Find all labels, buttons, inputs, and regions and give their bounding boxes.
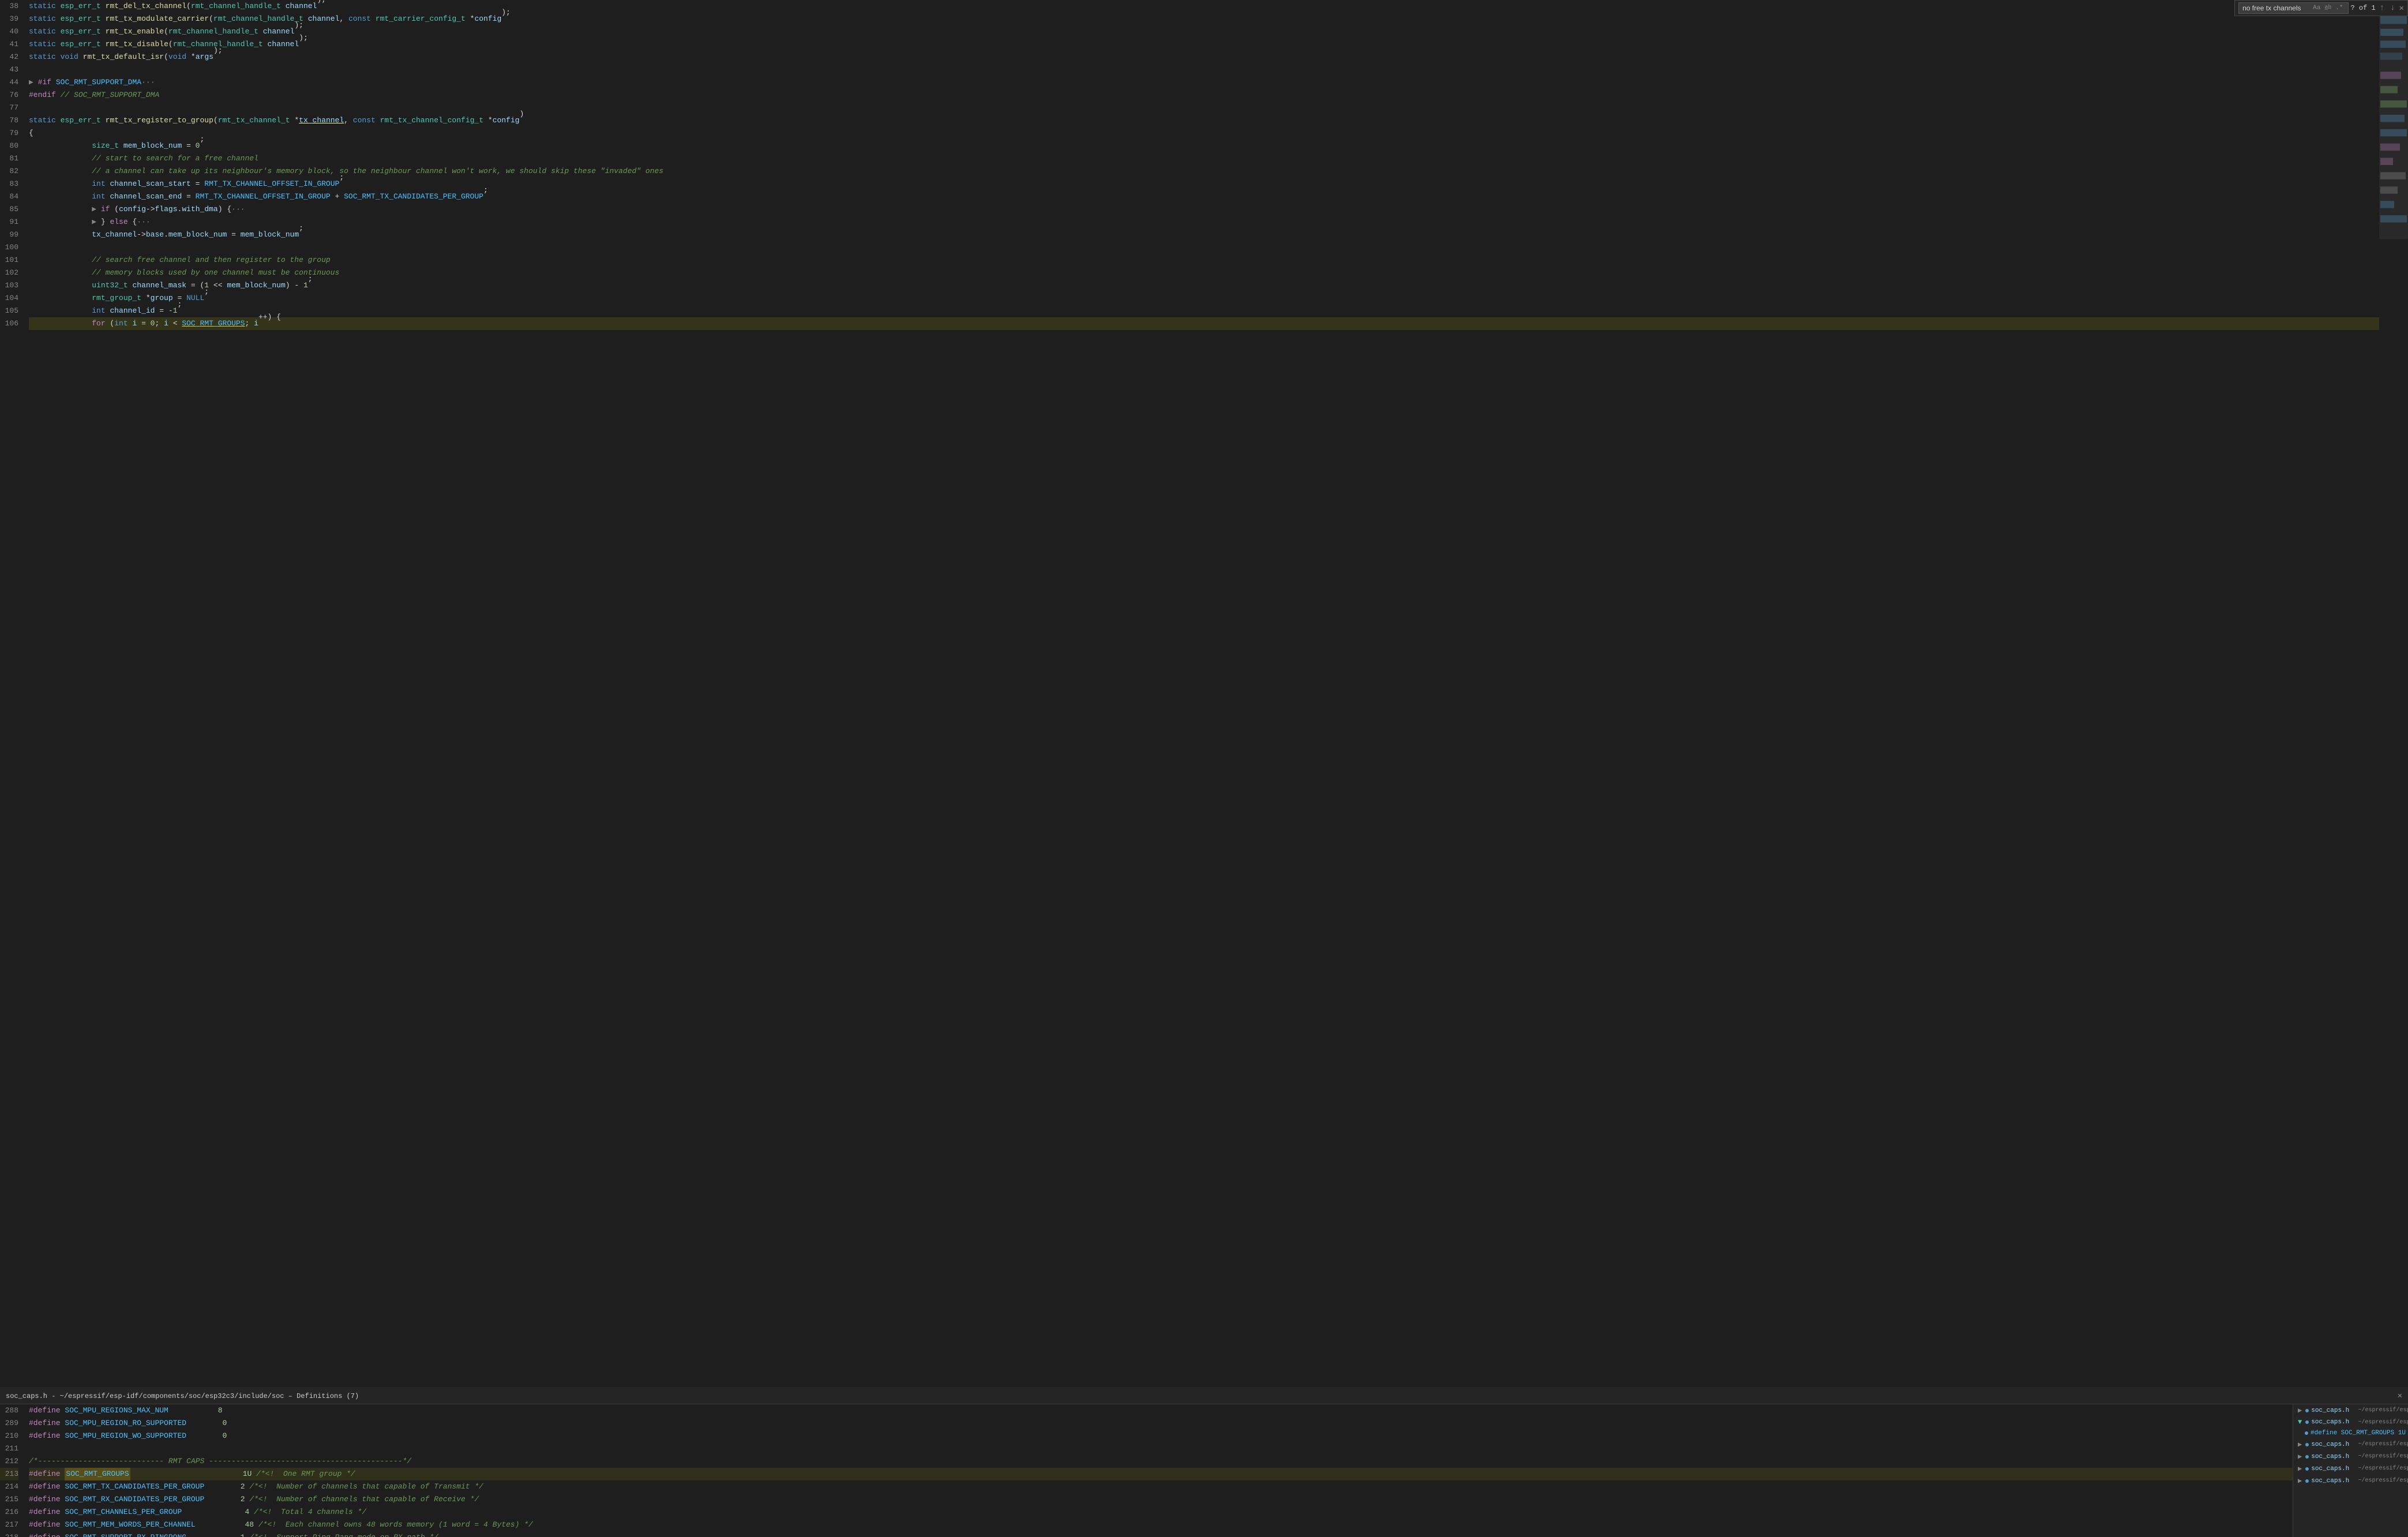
def-line-214: #define SOC_RMT_TX_CANDIDATES_PER_GROUP …	[29, 1480, 2293, 1493]
def-line-212: /*---------------------------- RMT CAPS …	[29, 1455, 2293, 1468]
regex-icon[interactable]: .*	[2334, 4, 2344, 12]
ref-path-4: ~/espressif/esp-idf/component...	[2358, 1453, 2408, 1460]
code-line-101: // search free channel and then register…	[29, 254, 2379, 267]
definition-header: soc_caps.h - ~/espressif/esp-idf/compone…	[0, 1388, 2408, 1404]
code-line-42: static void rmt_tx_default_isr(void *arg…	[29, 51, 2379, 63]
code-line-39: static esp_err_t rmt_tx_modulate_carrier…	[29, 13, 2379, 25]
code-line-77	[29, 102, 2379, 114]
code-content[interactable]: static esp_err_t rmt_del_tx_channel(rmt_…	[23, 0, 2379, 1387]
ref-label-define: #define SOC_RMT_GROUPS 1U /*<! One RMT	[2311, 1430, 2408, 1437]
ref-label-1: soc_caps.h	[2311, 1407, 2349, 1414]
search-input-wrapper: Aa a̲b .*	[2238, 2, 2348, 14]
code-line-99: tx_channel->base.mem_block_num = mem_blo…	[29, 228, 2379, 241]
code-line-44: ▶ #if SOC_RMT_SUPPORT_DMA···	[29, 76, 2379, 89]
ref-label-4: soc_caps.h	[2311, 1453, 2349, 1460]
ref-label-3: soc_caps.h	[2311, 1441, 2349, 1448]
code-line-41: static esp_err_t rmt_tx_disable(rmt_chan…	[29, 38, 2379, 51]
def-code-content[interactable]: #define SOC_MPU_REGIONS_MAX_NUM 8 #defin…	[23, 1404, 2293, 1537]
ref-item-4[interactable]: ▶ soc_caps.h ~/espressif/esp-idf/compone…	[2293, 1450, 2408, 1463]
next-match-button[interactable]: ↓	[2388, 3, 2396, 13]
ref-path-1: ~/espressif/esp-idf/component...	[2358, 1407, 2408, 1414]
line-numbers: 38 39 40 41 42 43 44 76 77 78 79 80 81 8…	[0, 0, 23, 1387]
ref-dot-1	[2305, 1409, 2309, 1412]
ref-label-5: soc_caps.h	[2311, 1465, 2349, 1472]
def-line-numbers: 288 289 210 211 212 213 214 215 216 217 …	[0, 1404, 23, 1537]
code-line-43	[29, 63, 2379, 76]
code-line-83: int channel_scan_start = RMT_TX_CHANNEL_…	[29, 178, 2379, 190]
ref-item-define[interactable]: #define SOC_RMT_GROUPS 1U /*<! One RMT	[2293, 1428, 2408, 1438]
ref-path-2: ~/espressif/esp-idf/component...	[2358, 1419, 2408, 1426]
code-line-104: rmt_group_t *group = NULL;	[29, 292, 2379, 305]
code-line-102: // memory blocks used by one channel mus…	[29, 267, 2379, 279]
definition-panel-close-button[interactable]: ✕	[2398, 1391, 2402, 1401]
ref-dot-5	[2305, 1467, 2309, 1471]
code-line-84: int channel_scan_end = RMT_TX_CHANNEL_OF…	[29, 190, 2379, 203]
code-line-85: ▶ if (config->flags.with_dma) {···	[29, 203, 2379, 216]
search-close-button[interactable]: ✕	[2399, 3, 2404, 13]
definition-panel-title: soc_caps.h - ~/espressif/esp-idf/compone…	[6, 1392, 359, 1400]
search-input[interactable]	[2242, 4, 2312, 12]
main-editor: 38 39 40 41 42 43 44 76 77 78 79 80 81 8…	[0, 0, 2408, 1537]
editor-area: 38 39 40 41 42 43 44 76 77 78 79 80 81 8…	[0, 0, 2408, 1387]
ref-dot-4	[2305, 1455, 2309, 1459]
ref-dot-define	[2305, 1431, 2308, 1435]
search-widget: Aa a̲b .* ? of 1 ↑ ↓ ✕	[2234, 0, 2408, 16]
search-icons: Aa a̲b .*	[2312, 4, 2344, 12]
code-line-80: size_t mem_block_num = 0;	[29, 140, 2379, 152]
def-line-213: #define SOC_RMT_GROUPS 1U /*<! One RMT g…	[29, 1468, 2293, 1480]
code-line-38: static esp_err_t rmt_del_tx_channel(rmt_…	[29, 0, 2379, 13]
code-line-40: static esp_err_t rmt_tx_enable(rmt_chann…	[29, 25, 2379, 38]
def-line-210: #define SOC_MPU_REGION_WO_SUPPORTED 0	[29, 1430, 2293, 1442]
def-line-215: #define SOC_RMT_RX_CANDIDATES_PER_GROUP …	[29, 1493, 2293, 1506]
prev-match-button[interactable]: ↑	[2378, 3, 2386, 13]
ref-item-3[interactable]: ▶ soc_caps.h ~/espressif/esp-idf/compone…	[2293, 1438, 2408, 1450]
ref-dot-6	[2305, 1479, 2309, 1483]
ref-path-5: ~/espressif/esp-idf/component...	[2358, 1465, 2408, 1472]
definition-content: 288 289 210 211 212 213 214 215 216 217 …	[0, 1404, 2408, 1537]
search-count: ? of 1	[2351, 4, 2376, 12]
def-line-211	[29, 1442, 2293, 1455]
match-word-icon[interactable]: a̲b	[2323, 4, 2332, 12]
definition-panel: soc_caps.h - ~/espressif/esp-idf/compone…	[0, 1387, 2408, 1537]
def-line-216: #define SOC_RMT_CHANNELS_PER_GROUP 4 /*<…	[29, 1506, 2293, 1519]
ref-dot-3	[2305, 1443, 2309, 1446]
ref-label-2: soc_caps.h	[2311, 1419, 2349, 1426]
minimap[interactable]	[2379, 0, 2408, 1387]
ref-dot-2	[2305, 1420, 2309, 1424]
code-line-105: int channel_id = -1;	[29, 305, 2379, 317]
def-line-289: #define SOC_MPU_REGION_RO_SUPPORTED 0	[29, 1417, 2293, 1430]
ref-item-2[interactable]: ▼ soc_caps.h ~/espressif/esp-idf/compone…	[2293, 1416, 2408, 1428]
ref-path-6: ~/espressif/esp-idf/component...	[2358, 1478, 2408, 1484]
code-line-76: #endif // SOC_RMT_SUPPORT_DMA	[29, 89, 2379, 102]
def-line-218: #define SOC_RMT_SUPPORT_RX_PINGPONG 1 /*…	[29, 1531, 2293, 1537]
code-line-81: // start to search for a free channel	[29, 152, 2379, 165]
code-line-82: // a channel can take up its neighbour's…	[29, 165, 2379, 178]
code-line-100	[29, 241, 2379, 254]
def-line-288: #define SOC_MPU_REGIONS_MAX_NUM 8	[29, 1404, 2293, 1417]
reference-panel: ▶ soc_caps.h ~/espressif/esp-idf/compone…	[2293, 1404, 2408, 1537]
ref-label-6: soc_caps.h	[2311, 1478, 2349, 1484]
code-line-78: static esp_err_t rmt_tx_register_to_grou…	[29, 114, 2379, 127]
code-line-103: uint32_t channel_mask = (1 << mem_block_…	[29, 279, 2379, 292]
ref-path-3: ~/espressif/esp-idf/component...	[2358, 1441, 2408, 1448]
match-case-icon[interactable]: Aa	[2312, 4, 2321, 12]
code-line-79: {	[29, 127, 2379, 140]
def-line-217: #define SOC_RMT_MEM_WORDS_PER_CHANNEL 48…	[29, 1519, 2293, 1531]
ref-item-6[interactable]: ▶ soc_caps.h ~/espressif/esp-idf/compone…	[2293, 1475, 2408, 1487]
code-line-91: ▶ } else {···	[29, 216, 2379, 228]
ref-item-1[interactable]: ▶ soc_caps.h ~/espressif/esp-idf/compone…	[2293, 1404, 2408, 1416]
code-line-106: for (int i = 0; i < SOC_RMT_GROUPS; i++)…	[29, 317, 2379, 330]
ref-item-5[interactable]: ▶ soc_caps.h ~/espressif/esp-idf/compone…	[2293, 1463, 2408, 1475]
